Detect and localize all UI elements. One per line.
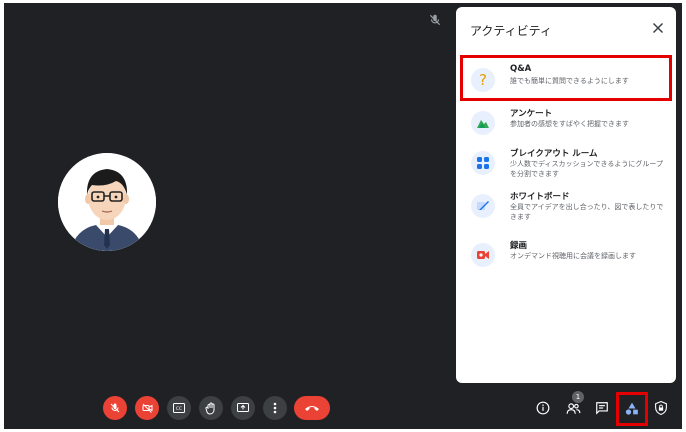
svg-text:CC: CC (176, 406, 182, 412)
mic-toggle-button[interactable] (103, 396, 127, 420)
hang-up-icon (305, 406, 319, 411)
meeting-details-button[interactable] (533, 398, 553, 418)
poll-icon (471, 111, 495, 135)
mic-off-icon (110, 403, 120, 413)
shield-icon (655, 401, 667, 415)
activity-description: 全員でアイデアを出し合ったり、図で表したりできます (510, 203, 664, 221)
captions-icon: CC (173, 403, 185, 413)
camera-off-icon (142, 403, 152, 413)
activity-description: 参加者の感想をすばやく把握できます (510, 120, 629, 128)
activity-description: 少人数でディスカッションできるようにグループを分割できます (510, 160, 663, 178)
panel-title: アクティビティ (470, 24, 552, 38)
breakout-rooms-icon (471, 151, 495, 175)
host-controls-button[interactable] (651, 398, 671, 418)
chat-icon (596, 402, 608, 415)
people-count-badge: 1 (572, 391, 584, 403)
raise-hand-button[interactable] (199, 396, 223, 420)
activity-name: ホワイトボード (510, 192, 570, 202)
record-icon (471, 243, 495, 267)
more-options-button[interactable] (263, 396, 287, 420)
activities-highlight-box (616, 392, 648, 426)
activities-panel: アクティビティ ? Q&A 誰でも簡単に質問できるようにします アンケート 参加… (456, 7, 676, 383)
chat-button[interactable] (592, 398, 612, 418)
hand-icon (205, 402, 215, 415)
person-illustration-icon (58, 153, 156, 251)
activity-name: ブレイクアウト ルーム (510, 149, 598, 159)
close-icon (652, 22, 664, 34)
people-icon (566, 402, 580, 414)
present-icon (237, 402, 249, 412)
info-icon (536, 401, 550, 415)
meeting-window: アクティビティ ? Q&A 誰でも簡単に質問できるようにします アンケート 参加… (4, 3, 682, 429)
present-screen-button[interactable] (231, 396, 255, 420)
qa-highlight-box (460, 55, 672, 101)
camera-toggle-button[interactable] (135, 396, 159, 420)
more-vert-icon (273, 402, 277, 414)
mic-off-icon (429, 14, 441, 26)
participant-avatar (58, 153, 156, 251)
whiteboard-icon (471, 194, 495, 218)
activity-description: オンデマンド視聴用に会議を録画します (510, 252, 636, 260)
close-panel-button[interactable] (648, 18, 668, 38)
activity-name: アンケート (510, 109, 553, 119)
captions-button[interactable]: CC (167, 396, 191, 420)
activity-name: 録画 (510, 241, 528, 251)
leave-call-button[interactable] (294, 396, 330, 420)
